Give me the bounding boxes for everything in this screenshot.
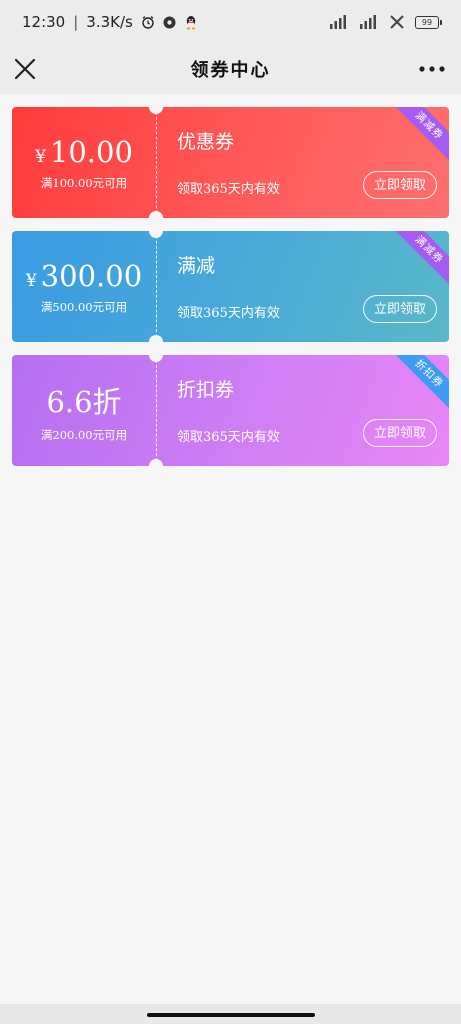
status-left: 12:30 | 3.3K/s bbox=[22, 13, 198, 31]
coupon-value: 300.00 bbox=[40, 258, 143, 293]
coupon-value: 10.00 bbox=[49, 134, 133, 169]
coupon-amount-section: 6.6折 满200.00元可用 bbox=[12, 355, 156, 466]
bottom-gesture-bar bbox=[0, 1004, 461, 1024]
currency-symbol: ¥ bbox=[25, 270, 37, 291]
coupon-type-tag: 折扣券 bbox=[387, 355, 449, 416]
coupon-amount-section: ¥ 10.00 满100.00元可用 bbox=[12, 107, 156, 218]
coupon-info-section: 折扣券 领取365天内有效 立即领取 折扣券 bbox=[157, 355, 449, 466]
coupon-condition: 满100.00元可用 bbox=[40, 175, 128, 190]
coupon-amount: 6.6折 bbox=[46, 379, 121, 421]
coupon-validity: 领取365天内有效 bbox=[177, 306, 280, 321]
coupon-value: 6.6折 bbox=[46, 384, 122, 419]
home-indicator[interactable] bbox=[147, 1013, 315, 1017]
close-button[interactable] bbox=[12, 56, 38, 82]
network-speed: 3.3K/s bbox=[86, 13, 133, 31]
coupon-card: 6.6折 满200.00元可用 折扣券 领取365天内有效 立即领取 折扣券 bbox=[12, 355, 449, 466]
coupon-info-section: 优惠券 领取365天内有效 立即领取 满减券 bbox=[157, 107, 449, 218]
coupon-name: 折扣券 bbox=[177, 379, 235, 401]
coupon-name: 优惠券 bbox=[177, 131, 235, 153]
status-bar: 12:30 | 3.3K/s 99 bbox=[0, 0, 461, 44]
qq-icon bbox=[184, 15, 198, 30]
nav-bar: 领券中心 bbox=[0, 44, 461, 94]
signal-icon bbox=[329, 15, 349, 29]
status-time: 12:30 bbox=[22, 13, 66, 31]
coupon-card: ¥ 300.00 满500.00元可用 满减 领取365天内有效 立即领取 满减… bbox=[12, 231, 449, 342]
claim-button[interactable]: 立即领取 bbox=[363, 295, 437, 323]
coupon-type-tag: 满减券 bbox=[387, 231, 449, 292]
currency-symbol: ¥ bbox=[35, 146, 46, 167]
coupon-list: ¥ 10.00 满100.00元可用 优惠券 领取365天内有效 立即领取 满减… bbox=[12, 107, 449, 479]
coupon-amount: ¥ 300.00 bbox=[26, 259, 142, 293]
coupon-validity: 领取365天内有效 bbox=[177, 430, 280, 445]
battery-icon: 99 bbox=[415, 15, 442, 29]
alarm-icon bbox=[141, 15, 155, 29]
app-notification-icon bbox=[163, 16, 176, 29]
coupon-type-tag: 满减券 bbox=[387, 107, 449, 168]
close-icon bbox=[14, 58, 36, 80]
more-dots-icon bbox=[419, 66, 445, 72]
wifi-off-icon bbox=[389, 15, 405, 29]
coupon-condition: 满200.00元可用 bbox=[40, 427, 128, 442]
more-button[interactable] bbox=[417, 56, 447, 82]
status-right: 99 bbox=[329, 15, 442, 29]
coupon-amount-section: ¥ 300.00 满500.00元可用 bbox=[12, 231, 156, 342]
coupon-card: ¥ 10.00 满100.00元可用 优惠券 领取365天内有效 立即领取 满减… bbox=[12, 107, 449, 218]
coupon-validity: 领取365天内有效 bbox=[177, 182, 280, 197]
signal-icon-2 bbox=[359, 15, 379, 29]
page-title: 领券中心 bbox=[190, 60, 271, 81]
coupon-name: 满减 bbox=[177, 255, 216, 277]
claim-button[interactable]: 立即领取 bbox=[363, 419, 437, 447]
claim-button[interactable]: 立即领取 bbox=[363, 171, 437, 199]
coupon-amount: ¥ 10.00 bbox=[35, 135, 133, 169]
status-separator: | bbox=[73, 13, 79, 31]
coupon-info-section: 满减 领取365天内有效 立即领取 满减券 bbox=[157, 231, 449, 342]
coupon-condition: 满500.00元可用 bbox=[40, 299, 128, 314]
